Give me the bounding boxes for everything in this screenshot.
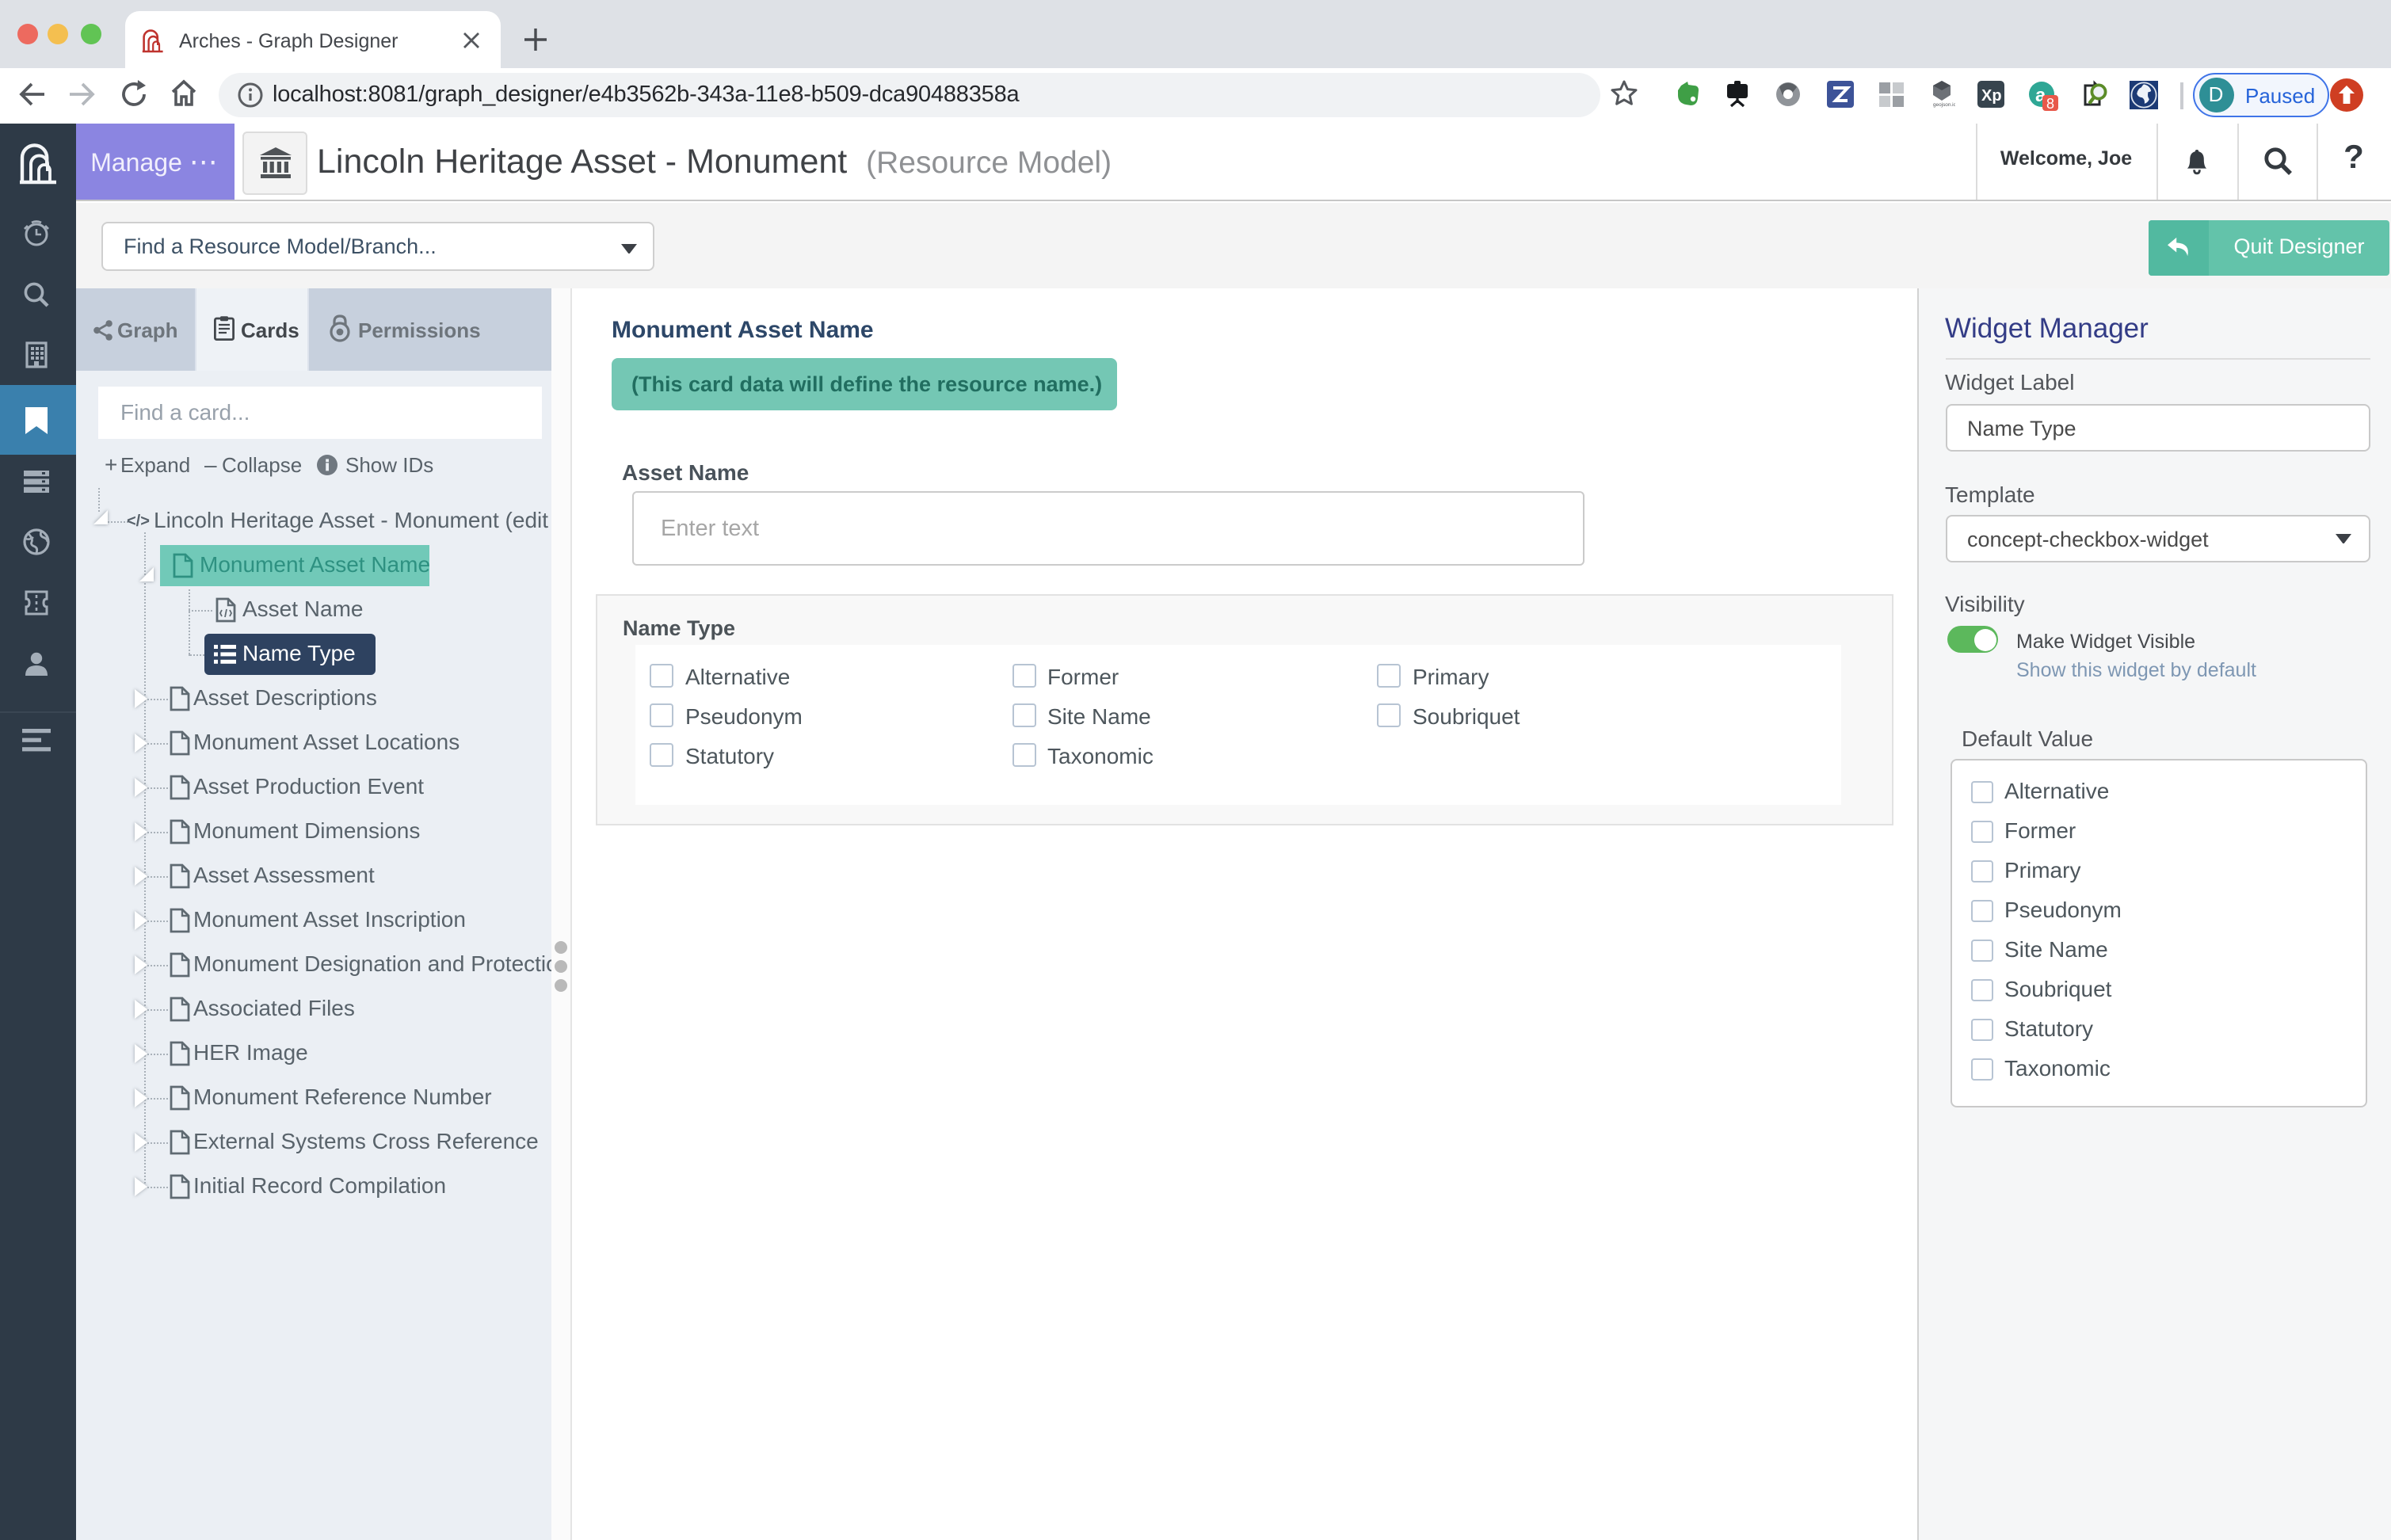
svg-text:Xp: Xp	[1981, 87, 2002, 105]
svg-text:8: 8	[2046, 96, 2054, 112]
svg-text:geojson.io: geojson.io	[1932, 102, 1954, 108]
